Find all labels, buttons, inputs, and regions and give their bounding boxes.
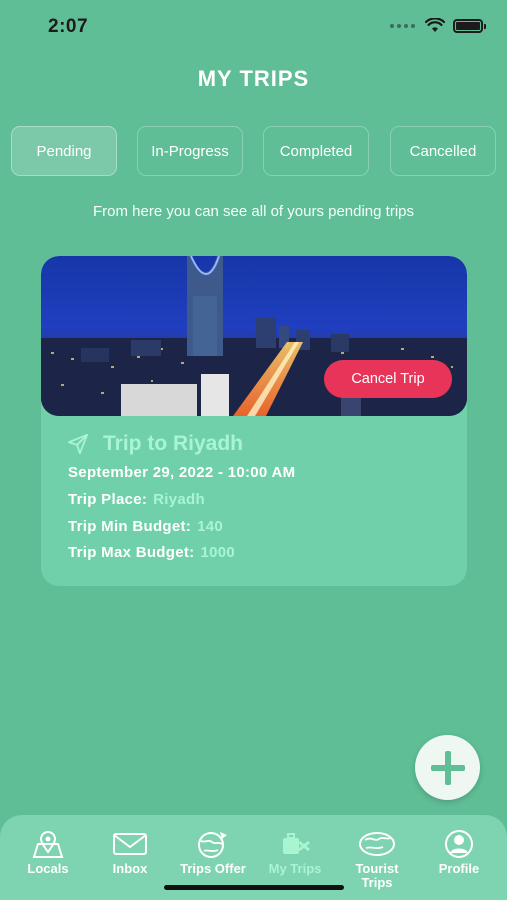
status-time: 2:07: [48, 16, 89, 37]
user-icon: [445, 830, 473, 858]
nav-locals-label: Locals: [27, 861, 69, 876]
tab-completed[interactable]: Completed: [263, 126, 369, 176]
nav-profile[interactable]: Profile: [428, 815, 490, 900]
city-skyline-image: Cancel Trip: [41, 256, 467, 416]
plus-icon: [430, 750, 465, 785]
envelope-icon: [113, 833, 147, 855]
trip-max-budget-row: Trip Max Budget: 1000: [68, 544, 235, 561]
add-trip-button[interactable]: [415, 735, 480, 800]
battery-icon: [453, 18, 486, 33]
nav-inbox-label: Inbox: [112, 861, 148, 876]
trip-card[interactable]: Cancel Trip Trip to Riyadh September 29,…: [41, 256, 467, 586]
tab-cancelled[interactable]: Cancelled: [390, 126, 496, 176]
page-title: MY TRIPS: [197, 66, 310, 91]
trip-title-row: Trip to Riyadh: [67, 432, 243, 456]
nav-tourist-trips-label: Tourist Trips: [355, 861, 399, 890]
trip-status-tabs: Pending In-Progress Completed Cancelled: [11, 126, 497, 176]
world-icon: [359, 832, 395, 856]
globe-icon: [198, 832, 227, 858]
status-bar: 2:07: [0, 0, 507, 54]
nav-my-trips-label: My Trips: [268, 861, 322, 876]
map-pin-icon: [32, 831, 64, 858]
trip-title: Trip to Riyadh: [103, 432, 244, 455]
trip-min-budget-label: Trip Min Budget:: [68, 518, 192, 535]
tab-description: From here you can see all of yours pendi…: [93, 203, 414, 220]
home-indicator: [164, 885, 344, 890]
tab-pending[interactable]: Pending: [11, 126, 117, 176]
trip-max-budget-value: 1000: [200, 544, 236, 561]
nav-trips-offer-label: Trips Offer: [180, 861, 246, 876]
status-icons: [390, 18, 486, 33]
signal-icon: [390, 23, 415, 28]
trip-min-budget-row: Trip Min Budget: 140: [68, 518, 223, 535]
nav-tourist-trips[interactable]: Tourist Trips: [342, 815, 412, 900]
luggage-icon: [283, 833, 310, 854]
trip-place-label: Trip Place:: [68, 491, 148, 508]
nav-inbox[interactable]: Inbox: [100, 815, 160, 900]
trip-min-budget-value: 140: [197, 518, 224, 535]
trip-place-value: Riyadh: [153, 491, 205, 508]
trip-datetime: September 29, 2022 - 10:00 AM: [68, 464, 296, 481]
tab-in-progress[interactable]: In-Progress: [137, 126, 243, 176]
nav-profile-label: Profile: [438, 861, 480, 876]
send-arrow-icon: [67, 433, 89, 455]
cancel-trip-button[interactable]: Cancel Trip: [324, 360, 452, 398]
trip-place-row: Trip Place: Riyadh: [68, 491, 205, 508]
wifi-icon: [425, 18, 445, 32]
nav-locals[interactable]: Locals: [18, 815, 78, 900]
trip-max-budget-label: Trip Max Budget:: [68, 544, 195, 561]
